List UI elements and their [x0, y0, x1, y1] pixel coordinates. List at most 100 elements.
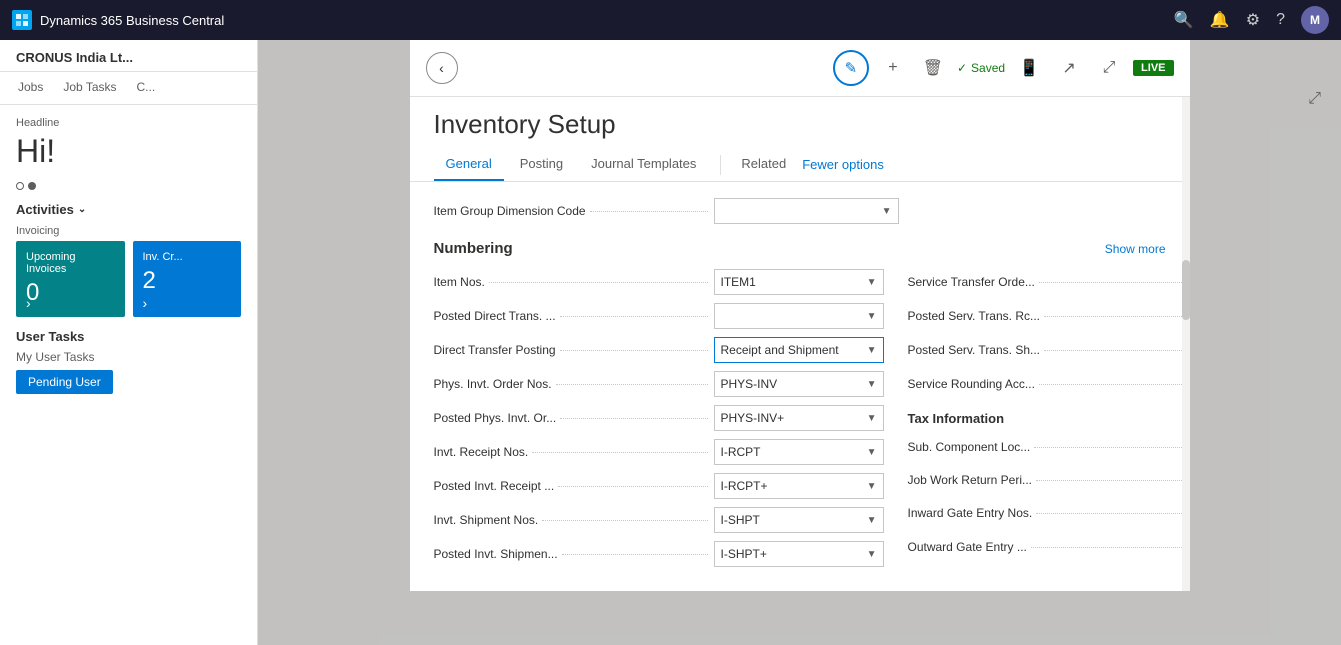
field-item-nos: Item Nos. ITEM1 ▼	[434, 269, 884, 295]
item-nos-select[interactable]: ITEM1 ▼	[714, 269, 884, 295]
tab-journal-templates[interactable]: Journal Templates	[579, 148, 708, 181]
item-group-dim-select[interactable]: ▼	[714, 198, 899, 224]
top-navigation: Dynamics 365 Business Central 🔍 🔔 ⚙ ? M	[0, 0, 1341, 40]
share-button[interactable]: ↗	[1053, 52, 1085, 84]
credit-label: Inv. Cr...	[143, 251, 232, 263]
credit-arrow-icon: ›	[143, 295, 148, 311]
back-button[interactable]: ‹	[426, 52, 458, 84]
notification-icon[interactable]: 🔔	[1210, 10, 1230, 30]
app-title-area: Dynamics 365 Business Central	[12, 10, 224, 30]
item-group-dim-label: Item Group Dimension Code	[434, 204, 714, 218]
main-layout: CRONUS India Lt... Jobs Job Tasks C... H…	[0, 40, 1341, 645]
field-posted-serv-trans-rc: Posted Serv. Trans. Rc... ▼	[908, 303, 1190, 329]
field-phys-invt-order-nos: Phys. Invt. Order Nos. PHYS-INV ▼	[434, 371, 884, 397]
field-job-work-return-peri: Job Work Return Peri...	[908, 468, 1190, 492]
tab-posting[interactable]: Posting	[508, 148, 575, 181]
dropdown-arrow-icon: ▼	[867, 515, 877, 526]
posted-invt-shipment-select[interactable]: I-SHPT+ ▼	[714, 541, 884, 567]
sub-component-loc-label: Sub. Component Loc...	[908, 440, 1031, 454]
dropdown-arrow-icon: ▼	[882, 206, 892, 217]
posted-invt-receipt-select[interactable]: I-RCPT+ ▼	[714, 473, 884, 499]
delete-button[interactable]: 🗑	[917, 52, 949, 84]
live-badge: LIVE	[1133, 60, 1173, 76]
outward-gate-entry-label: Outward Gate Entry ...	[908, 540, 1027, 554]
dot-1[interactable]	[16, 182, 24, 190]
numbering-section-header: Numbering Show more	[434, 240, 1166, 257]
sidebar-tab-job-tasks[interactable]: Job Tasks	[53, 72, 126, 104]
tab-separator	[720, 155, 721, 175]
checkmark-icon: ✓	[957, 61, 967, 75]
sidebar-tab-jobs[interactable]: Jobs	[8, 72, 53, 104]
upcoming-invoices-value: 0	[26, 279, 115, 307]
invt-receipt-nos-label: Invt. Receipt Nos.	[434, 445, 529, 459]
direct-transfer-posting-select[interactable]: Receipt and Shipment ▼	[714, 337, 884, 363]
sidebar-tab-bar: Jobs Job Tasks C...	[0, 72, 257, 105]
fullscreen-button[interactable]: ⤢	[1093, 52, 1125, 84]
phys-invt-order-nos-label: Phys. Invt. Order Nos.	[434, 377, 552, 391]
modal-overlay: ⤢ ‹ ✎ + 🗑 ✓ Saved 📱 ↗ ⤢	[258, 40, 1341, 645]
phys-invt-order-nos-value: PHYS-INV	[721, 377, 778, 391]
company-name: CRONUS India Lt...	[16, 50, 241, 65]
dropdown-arrow-icon: ▼	[867, 311, 877, 322]
invt-shipment-nos-value: I-SHPT	[721, 513, 760, 527]
field-inward-gate-entry-nos: Inward Gate Entry Nos. GEINW ▼	[908, 500, 1190, 526]
help-icon[interactable]: ?	[1276, 11, 1285, 29]
invt-shipment-nos-select[interactable]: I-SHPT ▼	[714, 507, 884, 533]
posted-invt-receipt-label: Posted Invt. Receipt ...	[434, 479, 555, 493]
dropdown-arrow-icon: ▼	[867, 481, 877, 492]
activities-chevron-icon: ⌄	[78, 204, 86, 215]
dropdown-arrow-icon: ▼	[867, 379, 877, 390]
invoicing-label: Invoicing	[16, 225, 241, 237]
headline-label: Headline	[16, 117, 241, 129]
modal-tabs: General Posting Journal Templates Relate…	[410, 148, 1190, 182]
phys-invt-order-nos-select[interactable]: PHYS-INV ▼	[714, 371, 884, 397]
job-work-return-peri-label: Job Work Return Peri...	[908, 473, 1033, 487]
my-tasks-label: My User Tasks	[16, 350, 241, 364]
credit-card[interactable]: Inv. Cr... 2 ›	[133, 241, 242, 317]
service-transfer-order-label: Service Transfer Orde...	[908, 275, 1035, 289]
posted-phys-invt-or-select[interactable]: PHYS-INV+ ▼	[714, 405, 884, 431]
scrollbar-thumb[interactable]	[1182, 260, 1190, 320]
fewer-options-link[interactable]: Fewer options	[802, 149, 884, 180]
credit-value: 2	[143, 267, 232, 295]
upcoming-invoices-label: Upcoming Invoices	[26, 251, 115, 275]
item-nos-value: ITEM1	[721, 275, 756, 289]
invt-receipt-nos-select[interactable]: I-RCPT ▼	[714, 439, 884, 465]
user-avatar[interactable]: M	[1301, 6, 1329, 34]
settings-icon[interactable]: ⚙	[1246, 10, 1260, 30]
expand-icon[interactable]: ⤢	[1308, 90, 1321, 108]
direct-transfer-posting-label: Direct Transfer Posting	[434, 343, 556, 357]
invoicing-cards: Upcoming Invoices 0 › Inv. Cr... 2 ›	[16, 241, 241, 317]
service-rounding-acc-label: Service Rounding Acc...	[908, 377, 1035, 391]
activities-label: Activities	[16, 202, 74, 217]
dot-2[interactable]	[28, 182, 36, 190]
tab-general[interactable]: General	[434, 148, 504, 181]
show-more-link[interactable]: Show more	[1105, 242, 1166, 256]
search-icon[interactable]: 🔍	[1174, 10, 1194, 30]
user-tasks-title: User Tasks	[16, 329, 241, 344]
field-service-transfer-order: Service Transfer Orde... ▼	[908, 269, 1190, 295]
modal-toolbar: ‹ ✎ + 🗑 ✓ Saved 📱 ↗ ⤢ LIVE	[410, 40, 1190, 97]
posted-phys-invt-or-label: Posted Phys. Invt. Or...	[434, 411, 557, 425]
sidebar-tab-other[interactable]: C...	[127, 72, 166, 104]
left-column: Item Nos. ITEM1 ▼	[434, 269, 884, 575]
posted-phys-invt-or-value: PHYS-INV+	[721, 411, 785, 425]
inventory-setup-modal: ‹ ✎ + 🗑 ✓ Saved 📱 ↗ ⤢ LIVE Inventory Set…	[410, 40, 1190, 591]
edit-button[interactable]: ✎	[833, 50, 869, 86]
field-invt-receipt-nos: Invt. Receipt Nos. I-RCPT ▼	[434, 439, 884, 465]
posted-serv-trans-rc-label: Posted Serv. Trans. Rc...	[908, 309, 1041, 323]
activities-section[interactable]: Activities ⌄	[16, 202, 241, 217]
field-outward-gate-entry: Outward Gate Entry ... GEOUT ▼	[908, 534, 1190, 560]
posted-invt-shipment-label: Posted Invt. Shipmen...	[434, 547, 558, 561]
posted-direct-trans-select[interactable]: ▼	[714, 303, 884, 329]
upcoming-invoices-card[interactable]: Upcoming Invoices 0 ›	[16, 241, 125, 317]
mobile-preview-button[interactable]: 📱	[1013, 52, 1045, 84]
scrollbar-track	[1182, 40, 1190, 591]
tab-related[interactable]: Related	[729, 148, 798, 181]
add-button[interactable]: +	[877, 52, 909, 84]
pending-user-button[interactable]: Pending User	[16, 370, 113, 394]
sidebar-header: CRONUS India Lt...	[0, 40, 257, 72]
field-posted-direct-trans: Posted Direct Trans. ... ▼	[434, 303, 884, 329]
sidebar-content: Headline Hi! Activities ⌄ Invoicing Upco…	[0, 105, 257, 645]
pagination-dots	[16, 182, 241, 190]
